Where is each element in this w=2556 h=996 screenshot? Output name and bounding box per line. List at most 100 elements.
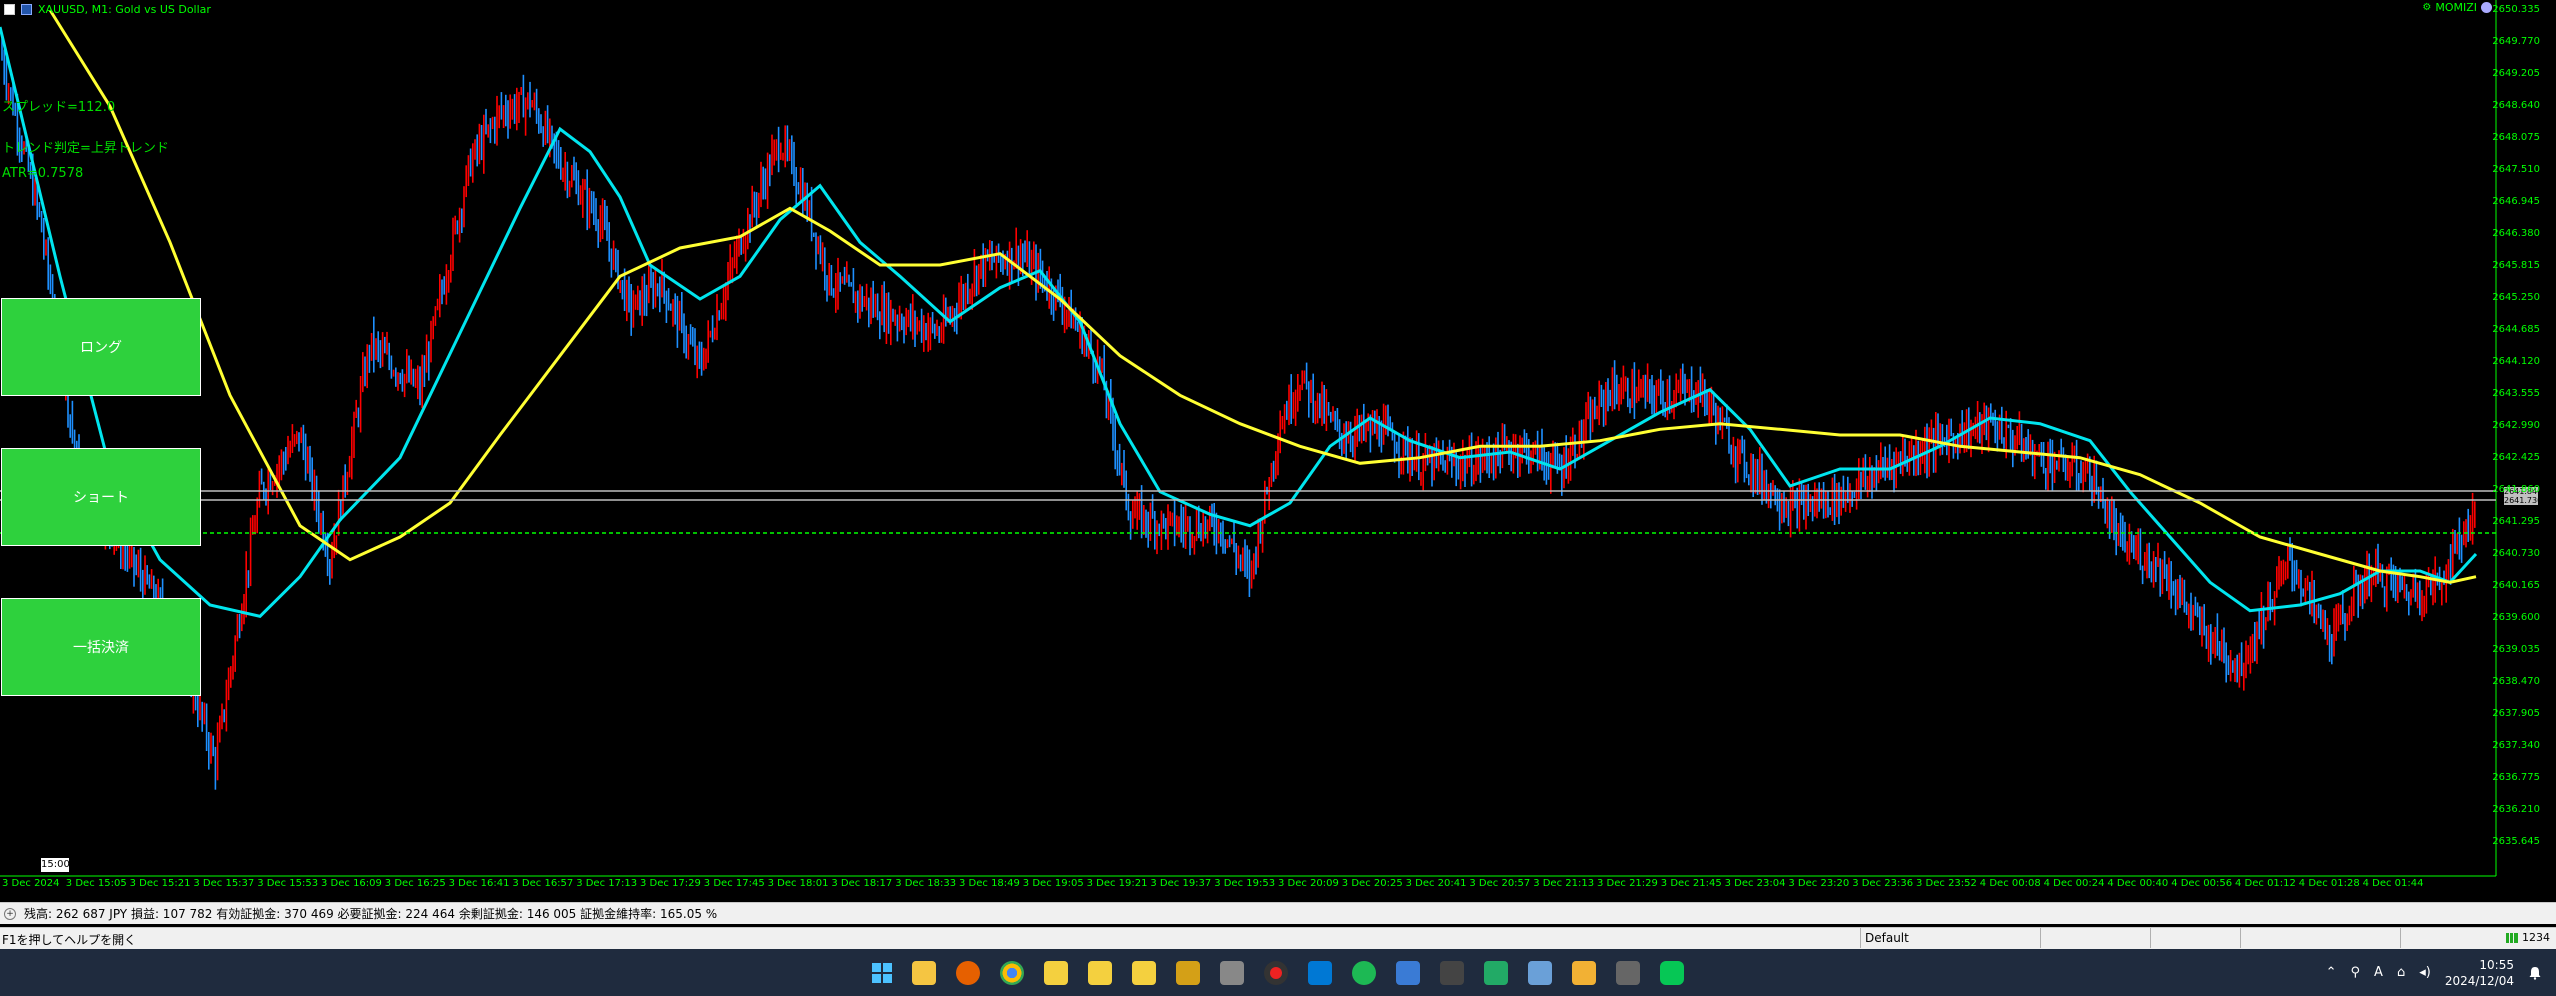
chevron-up-icon[interactable]: ⌃ (2326, 965, 2337, 980)
time-tick-label: 3 Dec 21:45 (1660, 878, 1722, 889)
price-tick-label: 2639.035 (2492, 644, 2540, 655)
network-icon[interactable]: ⌂ (2397, 965, 2405, 980)
ea-settings-icon: ⚙ (2422, 2, 2432, 13)
time-tick-label: 4 Dec 00:56 (2171, 878, 2233, 889)
metatrader-icon[interactable] (1132, 961, 1156, 985)
signal-icon (2506, 932, 2518, 943)
price-tick-label: 2637.905 (2492, 708, 2540, 719)
time-tick-label: 3 Dec 19:53 (1214, 878, 1276, 889)
price-tick-label: 2642.425 (2492, 452, 2540, 463)
close-all-button[interactable]: 一括決済 (1, 598, 201, 696)
status-divider (2040, 928, 2041, 948)
expert-advisor-label[interactable]: ⚙ MOMIZI (2422, 1, 2492, 14)
price-chart[interactable] (0, 0, 2556, 900)
vscode-icon[interactable] (1308, 961, 1332, 985)
price-tick-label: 2645.815 (2492, 260, 2540, 271)
time-tick-label: 3 Dec 16:41 (448, 878, 510, 889)
time-tick-label: 3 Dec 18:33 (895, 878, 957, 889)
terminal-icon[interactable] (1440, 961, 1464, 985)
time-tick-label: 3 Dec 17:13 (576, 878, 638, 889)
time-tick-label: 3 Dec 15:21 (129, 878, 191, 889)
clock-time: 10:55 (2479, 957, 2514, 972)
app-icon[interactable] (1484, 961, 1508, 985)
status-help-text: F1を押してヘルプを開く (2, 933, 137, 947)
store-icon[interactable] (1572, 961, 1596, 985)
time-tick-label: 3 Dec 18:49 (959, 878, 1020, 889)
time-tick-label: 3 Dec 16:25 (384, 878, 446, 889)
price-tick-label: 2644.120 (2492, 356, 2540, 367)
atr-readout: ATR=0.7578 (2, 166, 84, 181)
metaeditor-icon[interactable] (1176, 961, 1200, 985)
price-tick-label: 2649.770 (2492, 36, 2540, 47)
price-tick-label: 2636.210 (2492, 804, 2540, 815)
firefox-icon[interactable] (956, 961, 980, 985)
time-tick-label: 3 Dec 15:53 (257, 878, 319, 889)
connection-status[interactable]: 1234 (2506, 931, 2550, 944)
calculator-icon[interactable] (1616, 961, 1640, 985)
chart-menu-icon[interactable] (4, 3, 15, 15)
chart-title-bar: XAUUSD, M1: Gold vs US Dollar (4, 1, 211, 17)
metatrader-icon[interactable] (1044, 961, 1068, 985)
ea-name: MOMIZI (2435, 1, 2477, 14)
toolbox-app-icon[interactable] (1220, 961, 1244, 985)
system-tray: ⌃ ⚲ A ⌂ ◂) 10:55 2024/12/04 (2326, 949, 2556, 996)
chart-area[interactable]: XAUUSD, M1: Gold vs US Dollar ⚙ MOMIZI ス… (0, 0, 2556, 878)
profile-name[interactable]: Default (1860, 928, 1909, 948)
time-tick-label: 3 Dec 23:36 (1852, 878, 1914, 889)
time-tick-label: 3 Dec 23:52 (1916, 878, 1977, 889)
time-tick-label: 3 Dec 19:05 (1022, 878, 1084, 889)
time-tick-label: 3 Dec 16:57 (512, 878, 574, 889)
price-tick-label: 2636.775 (2492, 772, 2540, 783)
ime-indicator[interactable]: A (2374, 965, 2383, 980)
recorder-icon[interactable] (1264, 961, 1288, 985)
short-button[interactable]: ショート (1, 448, 201, 546)
price-tick-label: 2648.075 (2492, 132, 2540, 143)
clock-date: 2024/12/04 (2444, 973, 2514, 988)
account-summary: 残高: 262 687 JPY 損益: 107 782 有効証拠金: 370 4… (24, 907, 718, 921)
chrome-icon[interactable] (1000, 961, 1024, 985)
long-button[interactable]: ロング (1, 298, 201, 396)
taskbar: ⌃ ⚲ A ⌂ ◂) 10:55 2024/12/04 (0, 949, 2556, 996)
price-tick-label: 2650.335 (2492, 4, 2540, 15)
metatrader-icon[interactable] (1088, 961, 1112, 985)
spotify-icon[interactable] (1352, 961, 1376, 985)
windows-start-icon[interactable] (870, 961, 894, 985)
time-tick-label: 4 Dec 00:24 (2043, 878, 2105, 889)
time-tick-label: 4 Dec 00:08 (1979, 878, 2041, 889)
time-tick-label: 3 Dec 17:45 (703, 878, 765, 889)
price-tick-label: 2640.165 (2492, 580, 2540, 591)
price-tick-label: 2642.990 (2492, 420, 2540, 431)
clock[interactable]: 10:55 2024/12/04 (2445, 957, 2514, 989)
price-tick-label: 2646.945 (2492, 196, 2540, 207)
notepad-icon[interactable] (1396, 961, 1420, 985)
app-tray-icon[interactable]: ⚲ (2351, 965, 2361, 980)
ea-smiley-icon (2481, 2, 2492, 13)
time-tick-label: 3 Dec 15:05 (65, 878, 127, 889)
price-tick-label: 2639.600 (2492, 612, 2540, 623)
time-tick-label: 3 Dec 20:41 (1405, 878, 1467, 889)
notification-bell-icon[interactable] (2528, 966, 2542, 980)
trend-readout: トレンド判定=上昇トレンド (2, 141, 169, 156)
price-tick-label: 2641.295 (2492, 516, 2540, 527)
time-tick-label: 3 Dec 19:37 (1150, 878, 1212, 889)
file-explorer-icon[interactable] (912, 961, 936, 985)
time-tick-label: 4 Dec 01:28 (2298, 878, 2360, 889)
time-tick-label: 4 Dec 01:44 (2362, 878, 2424, 889)
line-app-icon[interactable] (1660, 961, 1684, 985)
time-tick-label: 4 Dec 01:12 (2235, 878, 2296, 889)
status-divider (2150, 928, 2151, 948)
status-bar: F1を押してヘルプを開く Default 1234 (0, 927, 2556, 949)
status-divider (2400, 928, 2401, 948)
time-tick-label: 3 Dec 2024 (2, 878, 60, 889)
volume-icon[interactable]: ◂) (2419, 965, 2431, 980)
photos-icon[interactable] (1528, 961, 1552, 985)
price-tick-label: 2638.470 (2492, 676, 2540, 687)
price-tick-label: 2647.510 (2492, 164, 2540, 175)
price-tick-label: 2643.555 (2492, 388, 2540, 399)
time-tick-label: 3 Dec 15:37 (193, 878, 255, 889)
price-tick-label: 2640.730 (2492, 548, 2540, 559)
toolbox-toggle-icon[interactable]: + (4, 907, 16, 920)
chart-window-icon[interactable] (21, 3, 32, 15)
price-tick-label: 2646.380 (2492, 228, 2540, 239)
time-tick-label: 3 Dec 18:17 (831, 878, 893, 889)
